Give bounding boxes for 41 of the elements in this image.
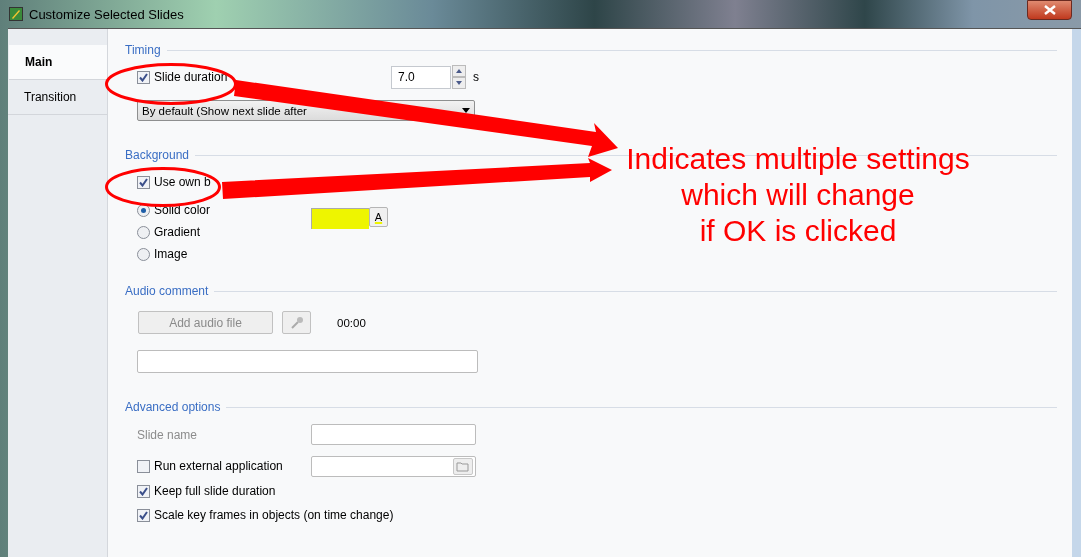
close-button[interactable]: [1027, 0, 1072, 20]
close-icon: [1043, 5, 1056, 15]
microphone-button[interactable]: [282, 311, 311, 334]
tab[interactable]: Main: [9, 45, 107, 80]
color-button[interactable]: A: [369, 207, 388, 227]
slide-name-field[interactable]: [311, 424, 476, 445]
spinner-buttons[interactable]: [452, 65, 466, 89]
checkbox-label: Run external application: [154, 459, 283, 473]
color-swatch[interactable]: [311, 208, 369, 229]
checkbox[interactable]: [137, 70, 150, 84]
section-title: Audio comment: [125, 284, 209, 298]
folder-icon[interactable]: [453, 457, 473, 475]
slide-name-label: Slide name: [137, 427, 199, 442]
radio-button[interactable]: [137, 247, 150, 261]
checkbox[interactable]: [137, 484, 150, 498]
annotation-line: Indicates multiple settings: [625, 141, 971, 177]
caret-icon: [462, 108, 470, 113]
checkbox-label: Scale key frames in objects (on time change): [154, 508, 394, 522]
annotation-line: which will change: [680, 177, 916, 213]
checkbox-label: Keep full slide duration: [154, 484, 276, 498]
duration-field[interactable]: 7.0: [391, 65, 451, 89]
application-field[interactable]: [311, 455, 476, 477]
radio-label: Gradient: [154, 225, 201, 239]
annotation-line: if OK is clicked: [698, 213, 898, 249]
audio-comment-field[interactable]: [137, 350, 478, 373]
app-icon: [9, 7, 23, 21]
checkbox[interactable]: [137, 459, 150, 473]
tab[interactable]: Transition: [8, 80, 107, 115]
time-label: 00:00: [337, 316, 366, 329]
microphone-icon: [289, 315, 304, 330]
checkbox-label: Slide duration: [154, 70, 228, 84]
checkbox[interactable]: [137, 175, 150, 189]
radio-label: Image: [154, 247, 188, 261]
checkbox-label: Use own b: [154, 175, 211, 189]
section-title: Timing: [125, 43, 161, 57]
window-title: Customize Selected Slides: [29, 6, 184, 22]
unit-label: s: [473, 70, 479, 84]
section-title: Advanced options: [125, 400, 221, 414]
section-title: Background: [125, 148, 190, 162]
checkbox[interactable]: [137, 508, 150, 522]
radio-button[interactable]: [137, 225, 150, 239]
